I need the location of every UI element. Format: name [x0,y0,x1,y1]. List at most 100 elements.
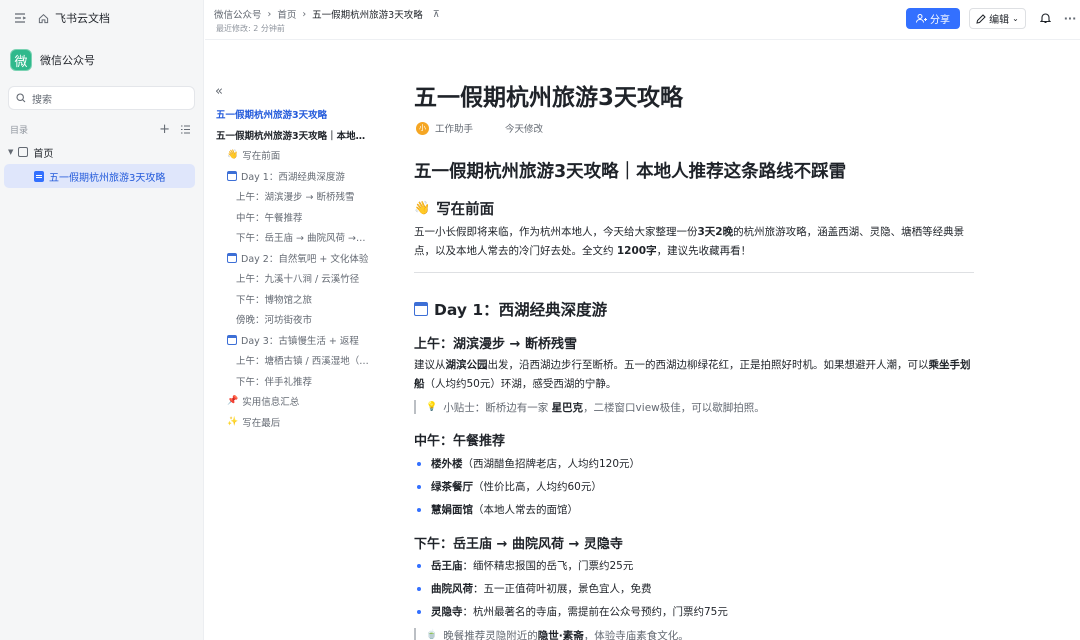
tea-icon: 🍵 [426,630,438,640]
emoji-icon: ✨ [227,416,239,427]
outline-item-label: 下午：伴手礼推荐 [236,376,313,388]
space-name: 微信公众号 [40,54,95,67]
edit-mode-button[interactable]: 编辑 ⌄ [969,8,1026,29]
calendar-icon [227,252,237,263]
calendar-icon [227,170,237,181]
home-icon [38,13,49,23]
outline-item-label: 五一假期杭州旅游3天攻略｜本地… [216,130,366,142]
pin-icon[interactable]: ⊼ [433,9,440,20]
outline-item[interactable]: 上午：塘栖古镇 / 西溪湿地（… [216,350,384,371]
outline-item[interactable]: 五一假期杭州旅游3天攻略｜本地… [216,125,384,146]
outline-item-label: 实用信息汇总 [242,397,300,409]
outline-item-label: Day 2：自然氧吧 + 文化体验 [241,253,369,265]
outline: 五一假期杭州旅游3天攻略 五一假期杭州旅游3天攻略｜本地… 👋 写在前面 Day 1：西… [216,104,384,432]
outline-item[interactable]: 五一假期杭州旅游3天攻略 [216,104,384,125]
outline-item[interactable]: 下午：博物馆之旅 [216,289,384,310]
tree-item-home[interactable]: ▼ 首页 [0,140,203,164]
outline-item-label: 上午：塘栖古镇 / 西溪湿地（… [236,356,369,368]
list-item: 绿茶餐厅 （性价比高，人均约60元） [414,479,602,494]
outline-item[interactable]: 下午：伴手礼推荐 [216,371,384,392]
calendar-icon [414,302,428,316]
chevron-down-icon: ⌄ [1012,14,1019,23]
outline-item[interactable]: ✨ 写在最后 [216,412,384,433]
outline-item[interactable]: Day 2：自然氧吧 + 文化体验 [216,248,384,269]
outline-item[interactable]: 中午：午餐推荐 [216,207,384,228]
outline-item[interactable]: 上午：九溪十八涧 / 云溪竹径 [216,268,384,289]
wave-emoji-icon: 👋 [414,201,431,216]
lightbulb-icon: 💡 [426,402,438,412]
heading-afternoon: 下午：岳王庙 → 曲院风荷 → 灵隐寺 [414,537,623,552]
morning-paragraph: 建议从湖滨公园出发，沿西湖边步行至断桥。五一的西湖边柳绿花红，正是拍照好时机。如… [414,359,971,390]
outline-item-label: 上午：湖滨漫步 → 断桥残雪 [236,192,355,204]
author-line: 小 工作助手 今天修改 [416,121,543,135]
list-item: 岳王庙 ：缅怀精忠报国的岳飞，门票约25元 [414,558,633,573]
outline-item-label: 中午：午餐推荐 [236,212,303,224]
chevron-right-icon: › [267,8,272,20]
outline-item-label: 下午：博物馆之旅 [236,294,313,306]
space-header[interactable]: 微 微信公众号 [0,36,203,84]
outline-item-label: Day 3：古镇慢生活 + 返程 [241,335,359,347]
heading-day1: Day 1：西湖经典深度游 [414,298,607,320]
search-icon [16,93,26,103]
tree-item-label: 五一假期杭州旅游3天攻略 [49,172,166,184]
emoji-icon: 📌 [227,396,239,407]
outline-item-label: 上午：九溪十八涧 / 云溪竹径 [236,274,360,286]
app-window: 飞书云文档 微 微信公众号 搜索 目录 + ▼ 首页 五一假期杭州旅游3天攻略 [0,0,1080,640]
directory-label: 目录 [10,125,29,136]
outline-item[interactable]: 傍晚：河坊街夜市 [216,309,384,330]
list-item: 慧娟面馆 （本地人常去的面馆） [414,502,578,517]
outline-item[interactable]: 👋 写在前面 [216,145,384,166]
outline-item[interactable]: Day 1：西湖经典深度游 [216,166,384,187]
breadcrumb: 微信公众号 › 首页 › 五一假期杭州旅游3天攻略 ⊼ [214,7,440,22]
outline-item-label: 写在前面 [242,151,281,163]
search-placeholder: 搜索 [32,94,52,106]
app-name: 飞书云文档 [55,12,110,25]
divider [414,272,974,273]
author-name[interactable]: 工作助手 [435,121,473,135]
author-avatar: 小 [416,121,429,135]
bell-icon[interactable] [1038,11,1052,25]
heading-intro: 👋 写在前面 [414,201,495,218]
calendar-icon [227,334,237,345]
breadcrumb-item[interactable]: 微信公众号 [214,7,262,21]
caret-down-icon[interactable]: ▼ [8,148,13,156]
list-item: 灵隐寺 ：杭州最著名的寺庙，需提前在公众号预约，门票约75元 [414,604,728,619]
outline-item[interactable]: 📌 实用信息汇总 [216,391,384,412]
collapse-sidebar-icon[interactable] [12,10,28,26]
sidebar: 飞书云文档 微 微信公众号 搜索 目录 + ▼ 首页 五一假期杭州旅游3天攻略 [0,0,204,640]
share-button[interactable]: 分享 [906,8,960,29]
outline-item-label: 写在最后 [242,417,281,429]
doc-header: 微信公众号 › 首页 › 五一假期杭州旅游3天攻略 ⊼ 最近修改: 2 分钟前 … [205,0,1080,40]
outline-item[interactable]: 上午：湖滨漫步 → 断桥残雪 [216,186,384,207]
outline-item-label: 下午：岳王庙 → 曲院风荷 →… [236,233,366,245]
tree-item-label: 首页 [33,148,54,160]
heading-main: 五一假期杭州旅游3天攻略｜本地人推荐这条路线不踩雷 [414,162,847,182]
page-icon [18,147,29,157]
outline-item[interactable]: Day 3：古镇慢生活 + 返程 [216,330,384,351]
list-item: 楼外楼 （西湖醋鱼招牌老店，人均约120元） [414,456,640,471]
doc-icon [34,170,44,182]
search-input[interactable]: 搜索 [8,86,195,110]
list-options-icon[interactable] [180,124,191,135]
tree-item-current-doc[interactable]: 五一假期杭州旅游3天攻略 [4,164,195,188]
breadcrumb-current: 五一假期杭州旅游3天攻略 [312,10,423,21]
space-logo: 微 [10,49,32,71]
directory-header: 目录 + [0,118,203,140]
outline-item[interactable]: 下午：岳王庙 → 曲院风荷 →… [216,227,384,248]
list-item: 曲院风荷 ：五一正值荷叶初展，景色宜人，免费 [414,581,652,596]
heading-morning: 上午：湖滨漫步 → 断桥残雪 [414,337,577,352]
emoji-icon: 👋 [227,150,239,161]
doc-title: 五一假期杭州旅游3天攻略 [414,85,684,111]
outline-item-label: 五一假期杭州旅游3天攻略 [216,110,328,122]
breadcrumb-item[interactable]: 首页 [277,7,296,21]
outline-item-label: 傍晚：河坊街夜市 [236,315,313,327]
add-icon[interactable]: + [159,122,170,137]
intro-paragraph: 五一小长假即将来临，作为杭州本地人，今天给大家整理一份3天2晚的杭州旅游攻略，涵… [414,226,965,257]
chevron-right-icon: › [302,8,307,20]
home-link[interactable]: 飞书云文档 [38,10,110,26]
modified-time: 今天修改 [505,124,544,135]
last-modified: 最近修改: 2 分钟前 [216,24,285,33]
collapse-outline-icon[interactable]: « [215,84,223,99]
pencil-icon [976,13,986,24]
more-icon[interactable]: ··· [1063,11,1077,25]
